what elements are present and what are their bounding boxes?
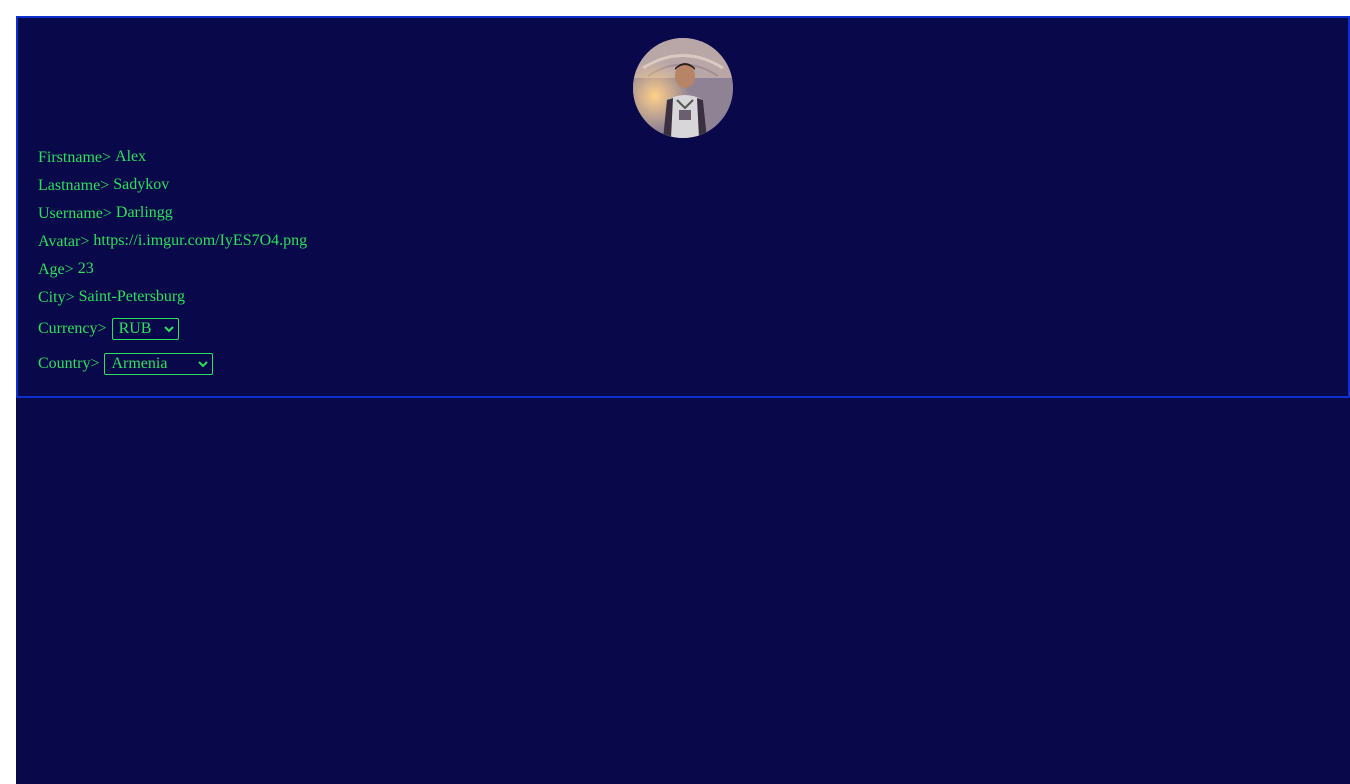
- lastname-label: Lastname>: [38, 177, 110, 194]
- firstname-label: Firstname>: [38, 149, 112, 166]
- currency-label: Currency>: [38, 320, 107, 337]
- country-row: Country> Armenia: [38, 352, 214, 376]
- city-label: City>: [38, 289, 75, 306]
- avatar-url-label: Avatar>: [38, 233, 90, 250]
- age-value[interactable]: 23: [78, 260, 94, 278]
- username-label: Username>: [38, 205, 112, 222]
- age-row: Age> 23: [38, 258, 94, 282]
- lastname-value[interactable]: Sadykov: [113, 176, 169, 194]
- currency-row: Currency> RUB: [38, 317, 179, 341]
- city-value[interactable]: Saint-Petersburg: [79, 288, 185, 306]
- age-label: Age>: [38, 261, 74, 278]
- firstname-row: Firstname> Alex: [38, 146, 146, 170]
- firstname-value[interactable]: Alex: [115, 148, 146, 166]
- currency-select[interactable]: RUB: [111, 318, 179, 340]
- chevron-down-icon: [198, 359, 209, 369]
- country-label: Country>: [38, 355, 100, 372]
- avatar: [633, 38, 733, 138]
- avatar-url-value[interactable]: https://i.imgur.com/IyES7O4.png: [93, 232, 307, 250]
- chevron-down-icon: [163, 324, 174, 334]
- username-row: Username> Darlingg: [38, 202, 173, 226]
- lastname-row: Lastname> Sadykov: [38, 174, 169, 198]
- username-value[interactable]: Darlingg: [116, 204, 173, 222]
- country-select[interactable]: Armenia: [104, 353, 214, 375]
- currency-selected-value: RUB: [118, 320, 152, 337]
- city-row: City> Saint-Petersburg: [38, 286, 185, 310]
- avatar-photo-icon: [633, 38, 733, 138]
- avatar-url-row: Avatar> https://i.imgur.com/IyES7O4.png: [38, 230, 307, 254]
- country-selected-value: Armenia: [111, 355, 168, 372]
- profile-card: Firstname> Alex Lastname> Sadykov Userna…: [16, 16, 1350, 398]
